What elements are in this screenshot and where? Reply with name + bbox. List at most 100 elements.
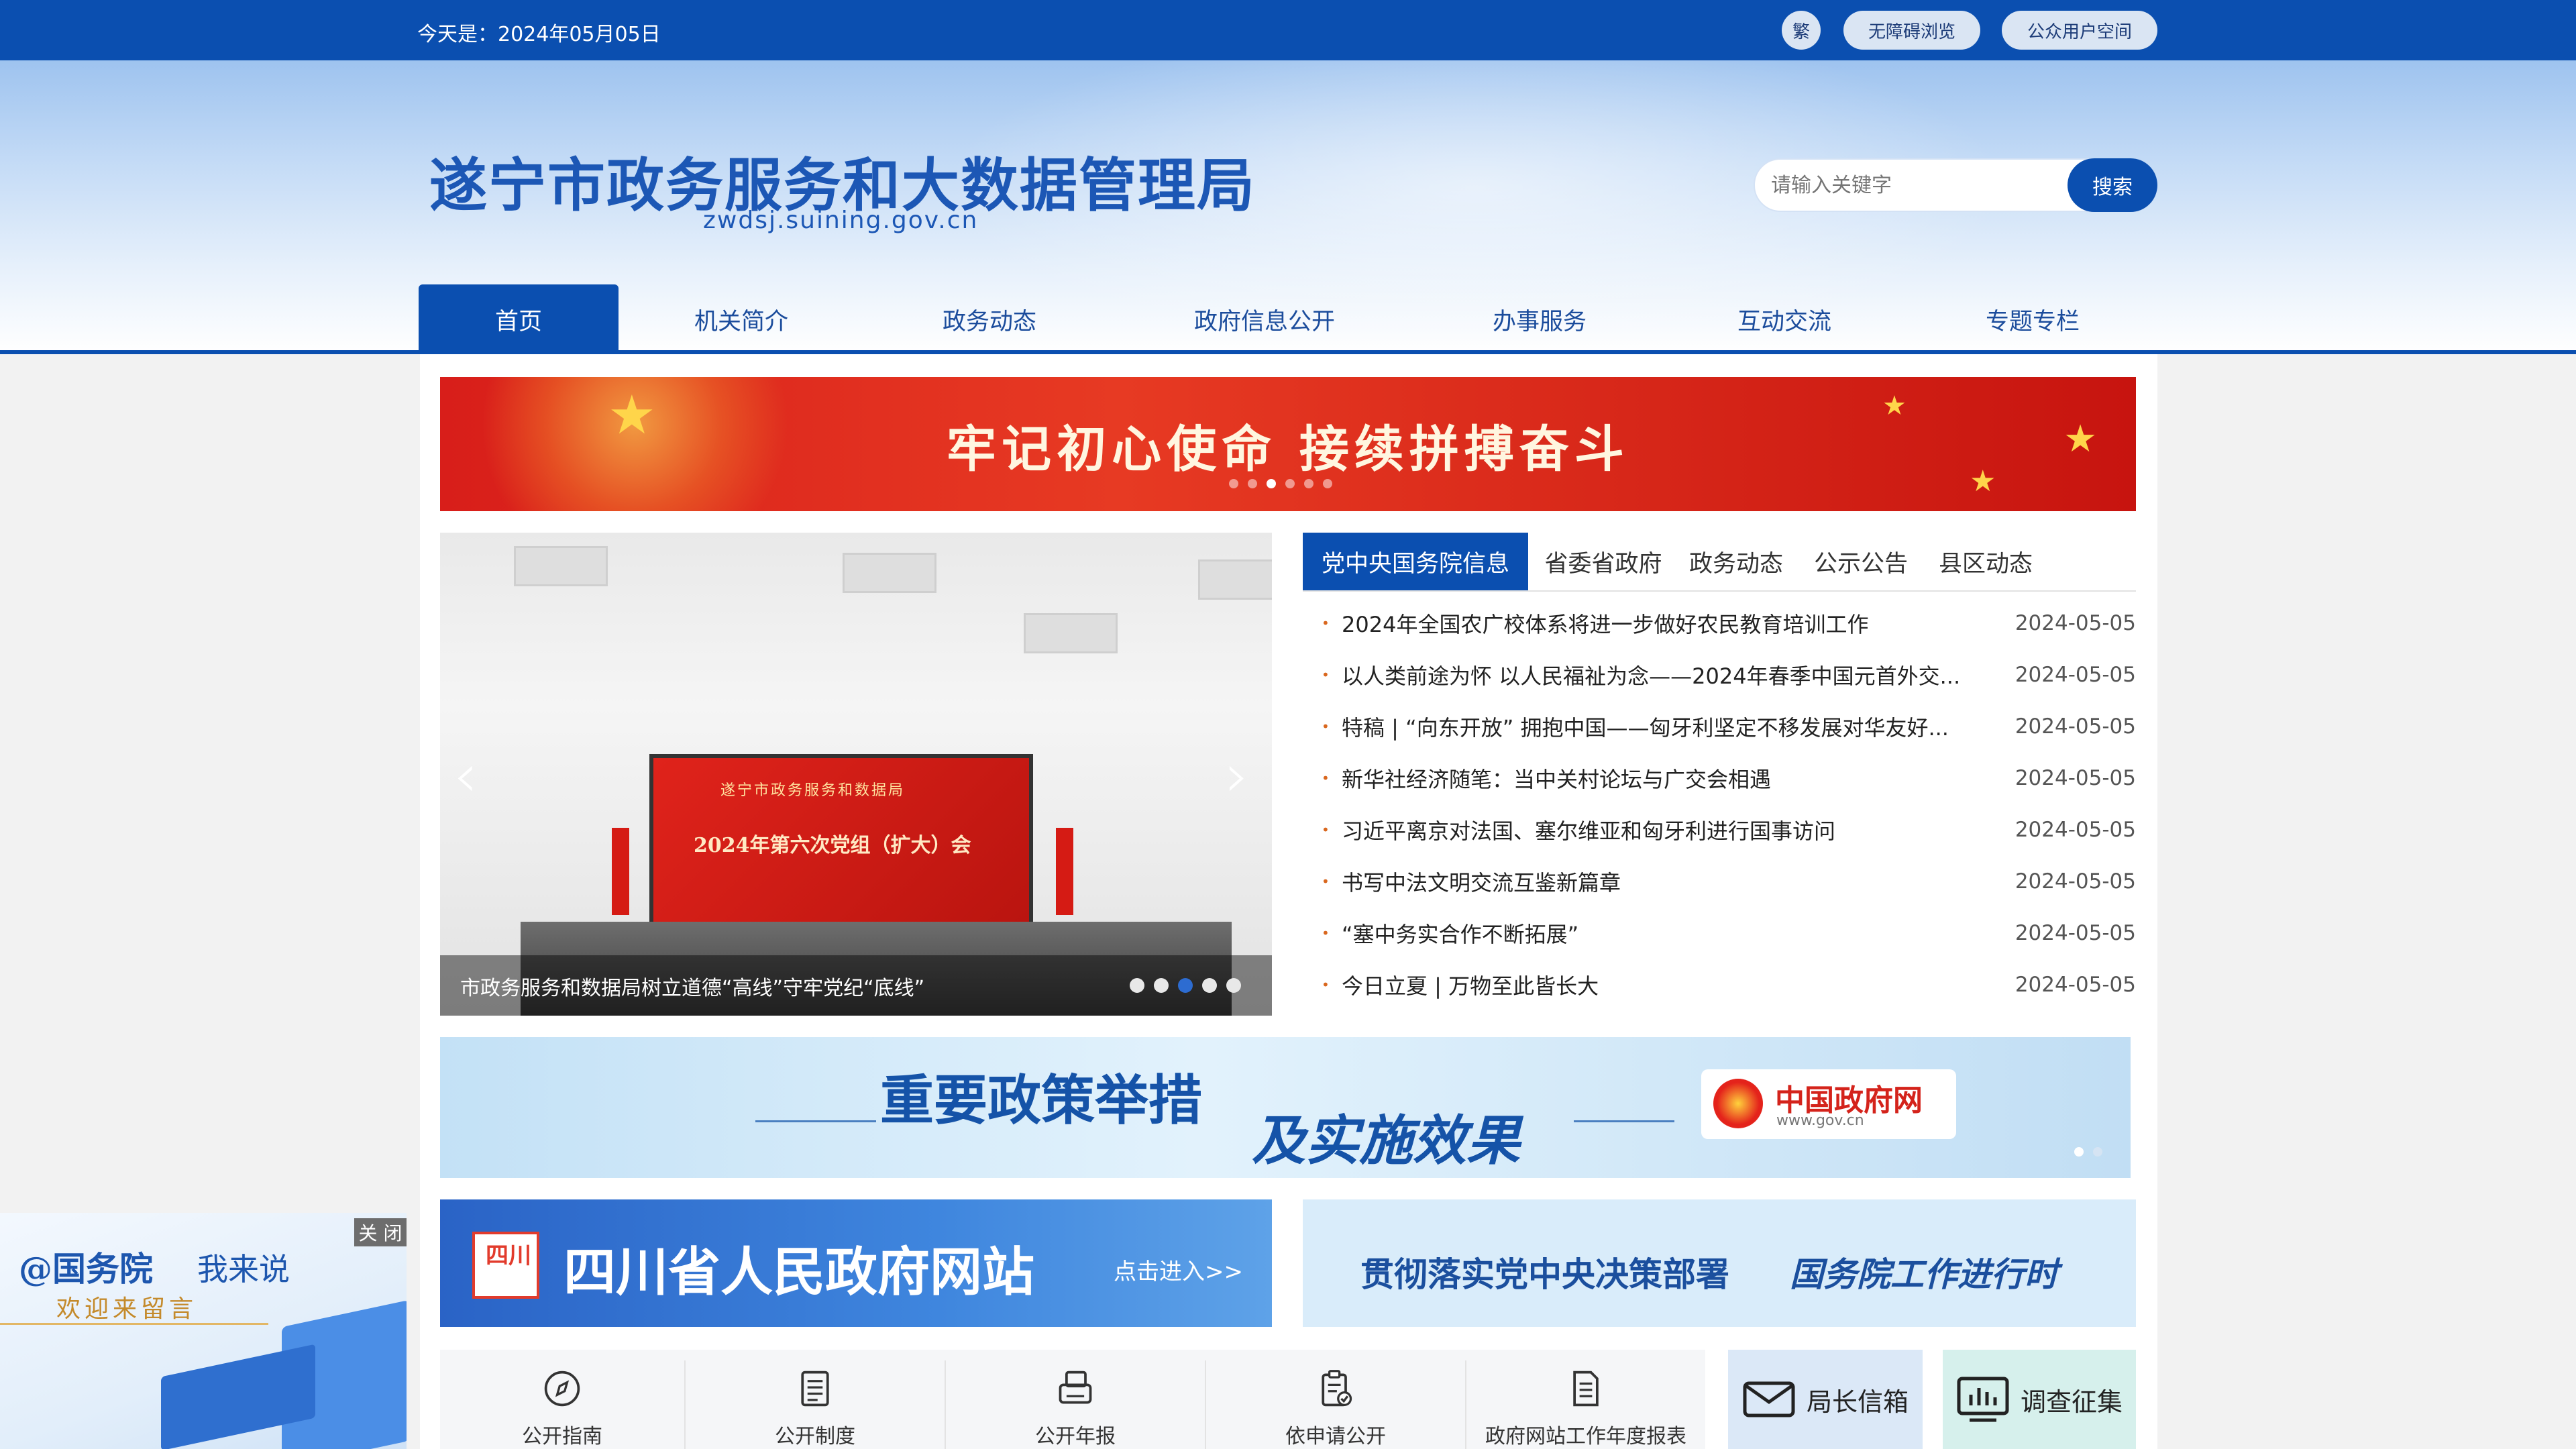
news-tabs: 党中央国务院信息 省委省政府 政务动态 公示公告 县区动态 (1303, 533, 2136, 592)
slider-pagination (1130, 978, 1241, 993)
quick-link-system[interactable]: 公开制度 (686, 1350, 945, 1449)
policy-title-2: 及实施效果 (1252, 1109, 1520, 1172)
news-title[interactable]: 特稿 | “向东开放” 拥抱中国——匈牙利坚定不移发展对华友好... (1342, 711, 1986, 742)
bullet-icon: • (1322, 769, 1330, 786)
news-title[interactable]: 今日立夏 | 万物至此皆长大 (1342, 969, 1986, 1000)
news-item[interactable]: • 习近平离京对法国、塞尔维亚和匈牙利进行国事访问 2024-05-05 (1322, 804, 2136, 855)
news-item[interactable]: • 书写中法文明交流互鉴新篇章 2024-05-05 (1322, 855, 2136, 907)
pagination-dot[interactable] (1285, 479, 1295, 488)
quick-link-apply[interactable]: 依申请公开 (1206, 1350, 1465, 1449)
pagination-dot-active[interactable] (1267, 479, 1276, 488)
accessibility-button[interactable]: 无障碍浏览 (1843, 11, 1980, 50)
tab-provincial[interactable]: 省委省政府 (1538, 533, 1669, 590)
photo-slider[interactable]: 遂宁市政务服务和数据局 2024年第六次党组（扩大）会 市政务服务和数据局树立道… (440, 533, 1272, 1016)
news-date: 2024-05-05 (2015, 662, 2136, 687)
tab-central-gov[interactable]: 党中央国务院信息 (1303, 533, 1528, 590)
pagination-dot-active[interactable] (2074, 1147, 2084, 1157)
quick-link-website-report[interactable]: 政府网站工作年度报表 (1466, 1350, 1705, 1449)
printer-icon (1059, 1371, 1092, 1404)
news-item[interactable]: • “塞中务实合作不断拓展” 2024-05-05 (1322, 907, 2136, 959)
tab-announcements[interactable]: 公示公告 (1803, 533, 1919, 590)
news-title[interactable]: 新华社经济随笔：当中关村论坛与广交会相遇 (1342, 763, 1986, 794)
close-button[interactable]: 关 闭 (354, 1218, 407, 1246)
news-item[interactable]: • 以人类前途为怀 以人民福祉为念——2024年春季中国元首外交... 2024… (1322, 649, 2136, 700)
news-date: 2024-05-05 (2015, 817, 2136, 842)
pagination-dot[interactable] (1248, 479, 1257, 488)
promo-underline (0, 1323, 268, 1325)
news-title[interactable]: 以人类前途为怀 以人民福祉为念——2024年春季中国元首外交... (1342, 659, 1986, 690)
pagination-dot[interactable] (1323, 479, 1332, 488)
banner-pagination (1229, 479, 1332, 488)
banner-line (1574, 1120, 1674, 1122)
search-input[interactable] (1771, 160, 2053, 211)
gov-cn-logo: 中国政府网 www.gov.cn (1701, 1069, 1956, 1139)
slider-dot[interactable] (1154, 978, 1169, 993)
news-title[interactable]: 2024年全国农广校体系将进一步做好农民教育培训工作 (1342, 608, 1986, 639)
user-space-button[interactable]: 公众用户空间 (2002, 11, 2157, 50)
pagination-dot[interactable] (2093, 1147, 2102, 1157)
screen-subtitle: 2024年第六次党组（扩大）会 (694, 834, 971, 857)
promo-title: @国务院 (19, 1249, 153, 1289)
news-date: 2024-05-05 (2015, 972, 2136, 997)
policy-banner[interactable]: 重要政策举措 及实施效果 中国政府网 www.gov.cn (440, 1037, 2131, 1178)
tab-gov-news[interactable]: 政务动态 (1678, 533, 1794, 590)
implement-text-2: 国务院工作进行时 (1790, 1254, 2058, 1294)
search-button[interactable]: 搜索 (2068, 158, 2157, 212)
director-mailbox-button[interactable]: 局长信箱 (1728, 1350, 1923, 1449)
quick-link-annual-report[interactable]: 公开年报 (946, 1350, 1205, 1449)
policy-pagination (2074, 1147, 2102, 1157)
news-title[interactable]: 习近平离京对法国、塞尔维亚和匈牙利进行国事访问 (1342, 814, 1986, 845)
quick-link-label: 公开指南 (522, 1425, 602, 1448)
pagination-dot[interactable] (1304, 479, 1313, 488)
bullet-icon: • (1322, 666, 1330, 683)
slider-next-arrow-icon[interactable]: › (1225, 741, 1249, 811)
news-title[interactable]: “塞中务实合作不断拓展” (1342, 918, 1986, 949)
disclosure-quick-links: 公开指南 公开制度 公开年报 依申请公开 政府网站工作年度报表 (440, 1350, 1705, 1449)
slider-dot[interactable] (1226, 978, 1241, 993)
nav-info-disclosure[interactable]: 政府信息公开 (1154, 284, 1375, 354)
slogan-banner[interactable]: ★ ★ ★ ★ 牢记初心使命 接续拼搏奋斗 (440, 377, 2136, 511)
slider-dot[interactable] (1130, 978, 1144, 993)
tab-county-news[interactable]: 县区动态 (1928, 533, 2043, 590)
quick-link-guide[interactable]: 公开指南 (440, 1350, 684, 1449)
floating-message-promo[interactable]: @国务院 我来说 欢迎来留言 (0, 1213, 407, 1449)
bullet-icon: • (1322, 614, 1330, 631)
nav-news[interactable]: 政务动态 (892, 284, 1087, 354)
traditional-chinese-button[interactable]: 繁 (1782, 11, 1821, 50)
news-title[interactable]: 书写中法文明交流互鉴新篇章 (1342, 866, 1986, 897)
nav-about[interactable]: 机关简介 (644, 284, 839, 354)
enter-link[interactable]: 点击进入>> (1114, 1253, 1243, 1286)
news-item[interactable]: • 今日立夏 | 万物至此皆长大 2024-05-05 (1322, 959, 2136, 1010)
quick-link-label: 政府网站工作年度报表 (1485, 1425, 1686, 1448)
slider-dot[interactable] (1202, 978, 1217, 993)
quick-link-label: 公开制度 (775, 1425, 855, 1448)
nav-interaction[interactable]: 互动交流 (1687, 284, 1882, 354)
survey-button[interactable]: 调查征集 (1943, 1350, 2136, 1449)
meeting-screen: 遂宁市政务服务和数据局 2024年第六次党组（扩大）会 (649, 754, 1033, 935)
bullet-icon: • (1322, 976, 1330, 993)
slider-dot-active[interactable] (1178, 978, 1193, 993)
document-icon (1573, 1371, 1599, 1407)
sichuan-seal-icon: 四川 (472, 1232, 539, 1299)
bullet-icon: • (1322, 873, 1330, 890)
mail-icon (1743, 1381, 1795, 1417)
news-item[interactable]: • 2024年全国农广校体系将进一步做好农民教育培训工作 2024-05-05 (1322, 597, 2136, 649)
promo-subtitle: 我来说 (197, 1251, 290, 1287)
slider-caption[interactable]: 市政务服务和数据局树立道德“高线”守牢党纪“底线” (460, 971, 924, 1001)
news-item[interactable]: • 新华社经济随笔：当中关村论坛与广交会相遇 2024-05-05 (1322, 752, 2136, 804)
bar-chart-icon (1957, 1377, 2009, 1422)
nav-services[interactable]: 办事服务 (1442, 284, 1637, 354)
nav-home[interactable]: 首页 (419, 284, 619, 354)
nav-special-topics[interactable]: 专题专栏 (1935, 284, 2130, 354)
news-date: 2024-05-05 (2015, 869, 2136, 894)
slider-prev-arrow-icon[interactable]: ‹ (453, 741, 478, 811)
policy-title-1: 重要政策举措 (880, 1069, 1202, 1132)
flag (612, 828, 629, 915)
bullet-icon: • (1322, 718, 1330, 735)
news-item[interactable]: • 特稿 | “向东开放” 拥抱中国——匈牙利坚定不移发展对华友好... 202… (1322, 700, 2136, 752)
pagination-dot[interactable] (1229, 479, 1238, 488)
sichuan-gov-banner[interactable]: 四川 四川省人民政府网站 点击进入>> (440, 1199, 1272, 1327)
banner-line (755, 1120, 876, 1122)
implement-banner[interactable]: 贯彻落实党中央决策部署 国务院工作进行时 (1303, 1199, 2136, 1327)
news-date: 2024-05-05 (2015, 714, 2136, 739)
